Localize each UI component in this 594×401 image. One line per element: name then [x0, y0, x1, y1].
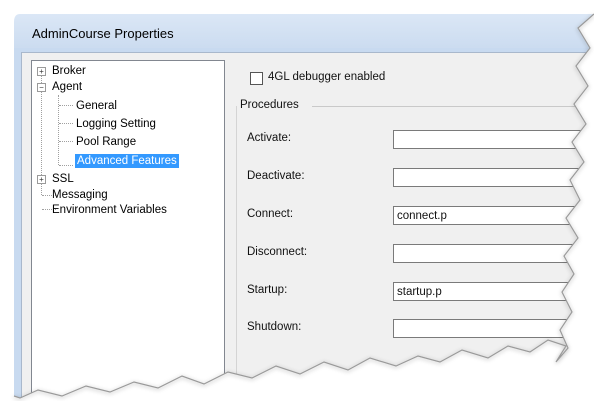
- tree-connector: [59, 165, 73, 166]
- collapse-agent-icon[interactable]: −: [37, 83, 46, 92]
- deactivate-label: Deactivate:: [247, 170, 305, 182]
- disconnect-input[interactable]: [393, 244, 594, 263]
- tree-item-messaging[interactable]: Messaging: [52, 188, 108, 202]
- shutdown-label: Shutdown:: [247, 321, 302, 333]
- debugger-checkbox-label: 4GL debugger enabled: [268, 71, 386, 83]
- connect-input[interactable]: connect.p: [393, 206, 594, 225]
- procedures-group-title: Procedures: [240, 99, 302, 111]
- tree-connector: [59, 123, 73, 124]
- tree-item-agent[interactable]: Agent: [52, 80, 82, 94]
- disconnect-label: Disconnect:: [247, 246, 308, 258]
- tree-item-general[interactable]: General: [76, 99, 117, 113]
- tree-connector: [59, 105, 73, 106]
- procedures-group-border: [236, 106, 237, 401]
- activate-label: Activate:: [247, 132, 292, 144]
- activate-input[interactable]: [393, 130, 594, 149]
- tree-connector: [59, 141, 73, 142]
- tree-item-pool-range[interactable]: Pool Range: [76, 135, 136, 149]
- tree-item-environment-variables[interactable]: Environment Variables: [52, 203, 167, 217]
- tree-item-advanced-features[interactable]: Advanced Features: [75, 154, 179, 168]
- window-title: AdminCourse Properties: [32, 26, 174, 41]
- tree-item-ssl[interactable]: SSL: [52, 172, 74, 186]
- properties-dialog: AdminCourse Properties + Broker − Agent …: [0, 0, 594, 401]
- deactivate-input[interactable]: [393, 168, 594, 187]
- tree-item-logging-setting[interactable]: Logging Setting: [76, 117, 156, 131]
- shutdown-input[interactable]: [393, 319, 594, 338]
- connect-label: Connect:: [247, 208, 294, 220]
- expand-broker-icon[interactable]: +: [37, 67, 46, 76]
- procedures-group-border: [312, 106, 594, 107]
- debugger-checkbox[interactable]: [250, 72, 263, 85]
- expand-ssl-icon[interactable]: +: [37, 175, 46, 184]
- tree-item-broker[interactable]: Broker: [52, 64, 86, 78]
- startup-input[interactable]: startup.p: [393, 282, 594, 301]
- settings-tree[interactable]: + Broker − Agent General Logging Setting…: [31, 60, 225, 401]
- startup-label: Startup:: [247, 284, 288, 296]
